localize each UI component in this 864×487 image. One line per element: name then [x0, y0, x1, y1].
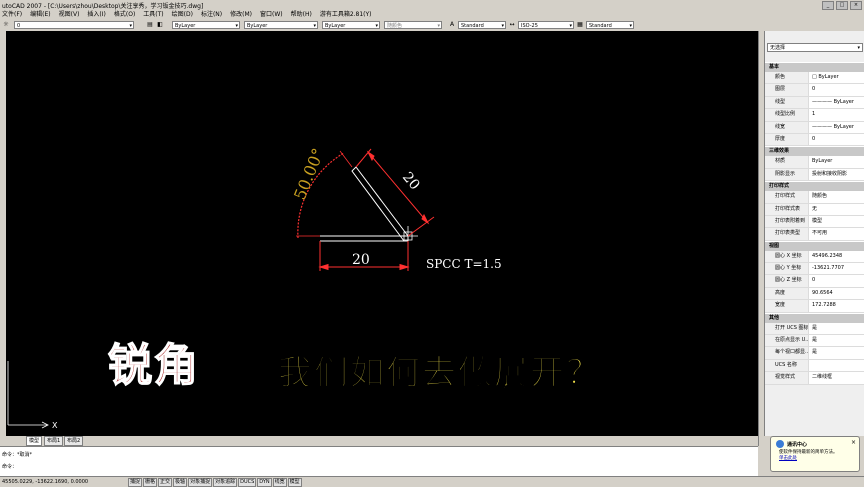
section-3d[interactable]: 三维效果: [765, 146, 864, 157]
plotstyle-combo[interactable]: 随颜色: [384, 21, 442, 29]
angle-label: 50.00°: [290, 145, 328, 202]
linetype-combo[interactable]: ByLayer: [244, 21, 318, 29]
command-history: 命令：*取消*: [2, 452, 33, 458]
horizontal-flange: [320, 235, 409, 242]
table-style-combo[interactable]: Standard: [586, 21, 634, 29]
command-window[interactable]: 命令：*取消* 命令：: [0, 446, 758, 477]
close-icon[interactable]: ×: [850, 1, 862, 10]
bubble-title: 通讯中心: [787, 442, 808, 448]
property-row[interactable]: 线型比例 1: [765, 109, 864, 122]
layer-previous-icon[interactable]: ◧: [156, 21, 164, 29]
menu-help[interactable]: 帮助(H): [291, 10, 312, 20]
property-row[interactable]: 颜色 □ ByLayer: [765, 72, 864, 85]
section-view[interactable]: 视图: [765, 240, 864, 251]
property-row[interactable]: 打印表类型 不可用: [765, 228, 864, 241]
property-list: 基本 颜色 □ ByLayer 图层 0 线型 ———— ByLayer 线型比例 1 …: [765, 62, 864, 385]
property-row[interactable]: 线型 ———— ByLayer: [765, 96, 864, 110]
menu-view[interactable]: 视图(V): [59, 10, 80, 20]
menu-insert[interactable]: 插入(I): [87, 10, 105, 20]
menu-modify[interactable]: 修改(M): [230, 10, 252, 20]
property-row[interactable]: 圆心 Z 坐标 0: [765, 275, 864, 288]
property-row[interactable]: 打印表附着到 模型: [765, 215, 864, 229]
property-row[interactable]: 视觉样式 二维线框: [765, 372, 864, 385]
text-style-combo[interactable]: Standard: [458, 21, 506, 29]
title-bar: utoCAD 2007 - [C:\Users\zhou\Desktop\关注享…: [0, 0, 864, 10]
property-row[interactable]: 材质 ByLayer: [765, 156, 864, 169]
window-controls: _ □ ×: [822, 1, 862, 10]
tab-layout1[interactable]: 布局1: [44, 436, 64, 446]
lightbulb-icon[interactable]: ☼: [2, 21, 10, 29]
property-row[interactable]: 高度 90.6564: [765, 287, 864, 301]
command-prompt[interactable]: 命令：: [2, 463, 17, 470]
caption-title: 锐角: [107, 339, 200, 392]
tab-model[interactable]: 模型: [26, 436, 43, 446]
minimize-icon[interactable]: _: [822, 1, 834, 10]
ucs-icon: [7, 361, 49, 429]
property-row[interactable]: 图层 0: [765, 84, 864, 97]
menu-dimension[interactable]: 标注(N): [201, 10, 222, 20]
layer-combo[interactable]: 0: [14, 21, 134, 29]
menu-draw[interactable]: 绘图(D): [172, 10, 193, 20]
lineweight-combo[interactable]: ByLayer: [322, 21, 380, 29]
property-row[interactable]: 打印样式 随颜色: [765, 191, 864, 204]
top-dim-label: 20: [399, 169, 423, 193]
caption-subtitle: 我们如何去做展开？: [277, 352, 602, 393]
table-style-icon: ▦: [577, 21, 583, 28]
sheet-profile: [320, 166, 409, 242]
tab-layout2[interactable]: 布局2: [64, 436, 84, 446]
property-row[interactable]: UCS 名称: [765, 359, 864, 373]
properties-palette: 无选择 基本 颜色□ ByLayer 图层0 线型———— ByLayer 线型…: [764, 31, 864, 436]
maximize-icon[interactable]: □: [836, 1, 848, 10]
layer-manager-icon[interactable]: ▤: [146, 21, 154, 29]
layout-tabs: 模型 布局1 布局2: [6, 436, 758, 446]
property-row[interactable]: 圆心 Y 坐标 -13621.7707: [765, 263, 864, 276]
color-combo[interactable]: ByLayer: [172, 21, 240, 29]
communication-center-bubble[interactable]: 通讯中心 × 使软件保持最新的简单方法。 单击此处: [770, 436, 860, 472]
menu-edit[interactable]: 编辑(E): [30, 10, 50, 20]
menu-bar: 文件(F) 编辑(E) 视图(V) 插入(I) 格式(O) 工具(T) 绘图(D…: [0, 10, 864, 20]
section-basic[interactable]: 基本: [765, 62, 864, 72]
property-row[interactable]: 打印样式表无: [765, 203, 864, 216]
material-note: SPCC T=1.5: [426, 257, 502, 271]
bubble-link[interactable]: 单击此处: [779, 456, 797, 461]
section-other[interactable]: 其他: [765, 312, 864, 323]
angle-ext-line-2: [339, 150, 353, 168]
menu-window[interactable]: 窗口(W): [260, 10, 283, 20]
property-row[interactable]: 线宽 ———— ByLayer: [765, 121, 864, 134]
bottom-dim-label: 20: [352, 252, 370, 268]
menu-toolbox[interactable]: 游有工具箱2.81(Y): [320, 10, 372, 20]
ucs-x-label: X: [52, 421, 58, 430]
property-row[interactable]: 宽度 172.7288: [765, 300, 864, 313]
menu-format[interactable]: 格式(O): [114, 10, 135, 20]
info-icon: [776, 440, 784, 448]
text-style-icon: A: [449, 21, 455, 28]
property-row[interactable]: 圆心 X 坐标 45496.2348: [765, 250, 864, 264]
bubble-message: 使软件保持最新的简单方法。 单击此处: [779, 450, 838, 461]
section-plotstyle[interactable]: 打印样式: [765, 181, 864, 192]
property-row[interactable]: 每个视口都显... 是: [765, 347, 864, 360]
status-bar: 45505.0229, -13622.1690, 0.0000 捕捉 栅格 正交…: [0, 476, 864, 487]
property-row[interactable]: 打开 UCS 图标是: [765, 322, 864, 336]
coordinate-readout: 45505.0229, -13622.1690, 0.0000: [2, 479, 89, 485]
selection-combo[interactable]: 无选择: [767, 43, 863, 53]
caption-overlay: 锐角 我们如何去做展开？: [107, 329, 748, 393]
window-title: utoCAD 2007 - [C:\Users\zhou\Desktop\关注享…: [2, 3, 204, 10]
property-row[interactable]: 在原点显示 U... 是: [765, 335, 864, 348]
dim-style-icon: ↔: [509, 21, 515, 28]
property-row[interactable]: 厚度 0: [765, 133, 864, 147]
menu-file[interactable]: 文件(F): [2, 10, 22, 20]
close-icon[interactable]: ×: [851, 439, 856, 446]
property-row[interactable]: 阴影显示 投射和接收阴影: [765, 168, 864, 182]
dim-style-combo[interactable]: ISO-25: [518, 21, 574, 29]
menu-tools[interactable]: 工具(T): [143, 10, 163, 20]
